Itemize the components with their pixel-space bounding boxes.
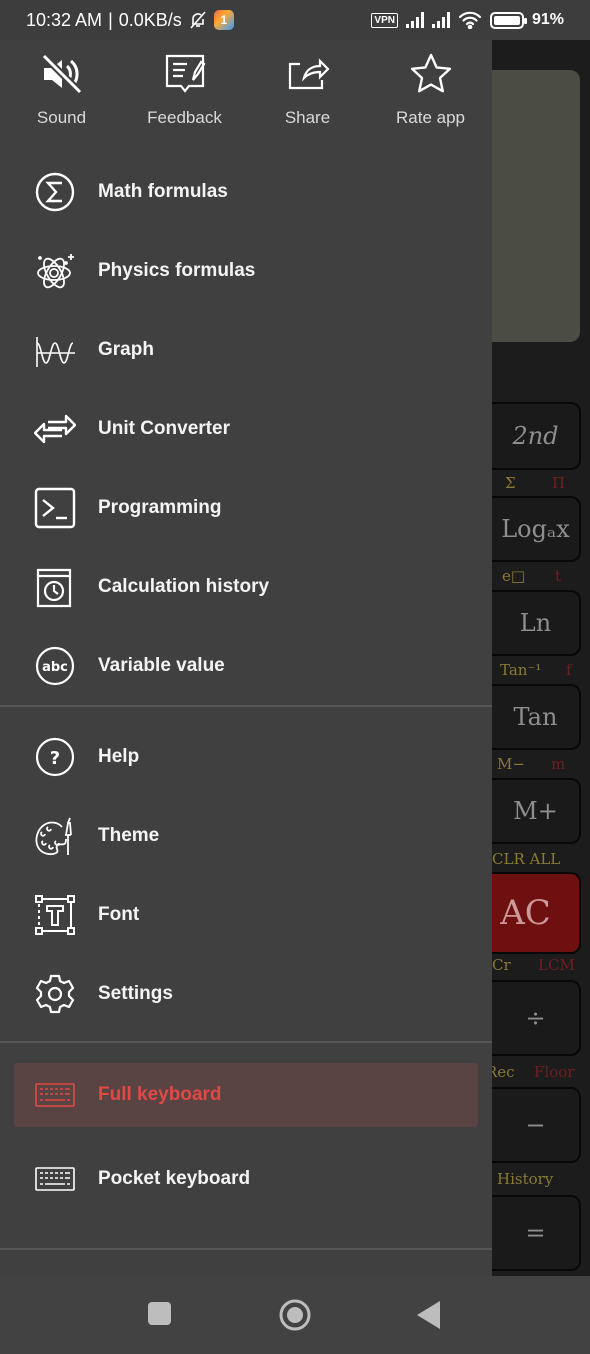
menu-item-label: Physics formulas	[98, 259, 256, 281]
sound-button[interactable]: Sound	[0, 40, 123, 150]
history-icon	[36, 568, 72, 607]
graph-icon	[36, 336, 75, 367]
menu-item-graph[interactable]: Graph	[0, 310, 492, 389]
key-secondary-label: CLR ALL	[492, 850, 561, 868]
menu-item-full-keyboard[interactable]: Full keyboard	[14, 1063, 478, 1127]
key-secondary-label: LCM	[538, 956, 575, 974]
swap-arrows-icon	[34, 414, 76, 443]
rate-app-label: Rate app	[396, 108, 465, 127]
tools-menu: Math formulas Physics formulas Graph Uni…	[0, 152, 492, 705]
share-label: Share	[284, 108, 331, 127]
share-icon	[288, 58, 330, 90]
star-icon	[410, 53, 451, 93]
feedback-button[interactable]: Feedback	[123, 40, 246, 150]
menu-item-label: Help	[98, 745, 140, 767]
menu-item-pocket-keyboard[interactable]: Pocket keyboard	[0, 1139, 492, 1218]
keyboard-menu: Full keyboard Pocket keyboard	[0, 1043, 492, 1218]
recents-button[interactable]	[148, 1300, 172, 1326]
menu-item-programming[interactable]: Programming	[0, 468, 492, 547]
menu-item-settings[interactable]: Settings	[0, 954, 492, 1033]
wifi-icon	[458, 11, 482, 29]
menu-item-physics-formulas[interactable]: Physics formulas	[0, 231, 492, 310]
font-icon	[35, 894, 75, 935]
menu-item-label: Math formulas	[98, 180, 228, 202]
sound-off-icon	[41, 53, 82, 95]
key-secondary-label: t	[555, 567, 562, 585]
menu-item-label: Variable value	[98, 654, 225, 676]
palette-icon	[35, 817, 72, 855]
menu-item-label: Graph	[98, 338, 154, 360]
menu-item-label: Full keyboard	[98, 1084, 222, 1105]
divider	[0, 1248, 492, 1250]
menu-item-label: Programming	[98, 496, 222, 518]
menu-item-variable-value[interactable]: abc Variable value	[0, 626, 492, 705]
abc-icon: abc	[35, 646, 75, 685]
menu-item-label: Pocket keyboard	[98, 1167, 251, 1189]
help-icon: ?	[35, 737, 75, 776]
status-separator: |	[108, 9, 113, 30]
status-bar: 10:32 AM | 0.0KB/s 1 VPN 91%	[0, 0, 590, 40]
quick-actions: Sound Feedback Share Rate app	[0, 40, 492, 150]
terminal-icon	[34, 487, 76, 528]
menu-item-label: Unit Converter	[98, 417, 230, 439]
svg-text:?: ?	[50, 748, 60, 769]
menu-item-calculation-history[interactable]: Calculation history	[0, 547, 492, 626]
key-secondary-label: Floor	[534, 1063, 575, 1081]
sigma-icon	[35, 172, 75, 211]
battery-icon	[489, 11, 527, 29]
feedback-label: Feedback	[147, 108, 222, 127]
key-secondary-label: Cr	[492, 956, 511, 974]
home-button[interactable]	[278, 1298, 312, 1332]
menu-item-help[interactable]: ? Help	[0, 717, 492, 796]
keyboard-icon	[35, 1166, 75, 1191]
key-secondary-label: Σ	[505, 474, 516, 492]
key-secondary-label: Tan⁻¹	[500, 661, 542, 679]
navigation-drawer: Sound Feedback Share Rate app Math formu…	[0, 40, 492, 1276]
menu-item-font[interactable]: Font	[0, 875, 492, 954]
settings-menu: ? Help Theme Font Settings	[0, 707, 492, 1033]
menu-item-math-formulas[interactable]: Math formulas	[0, 152, 492, 231]
key-secondary-label: Π	[552, 474, 566, 492]
menu-item-unit-converter[interactable]: Unit Converter	[0, 389, 492, 468]
sound-label: Sound	[36, 108, 87, 127]
menu-item-label: Theme	[98, 824, 160, 846]
menu-item-label: Calculation history	[98, 575, 270, 597]
bell-off-icon	[190, 11, 206, 29]
gear-icon	[35, 974, 75, 1013]
key-secondary-label: History	[497, 1170, 554, 1188]
battery-percent: 91%	[531, 11, 564, 28]
keyboard-icon	[35, 1083, 75, 1107]
menu-item-theme[interactable]: Theme	[0, 796, 492, 875]
rate-app-button[interactable]: Rate app	[369, 40, 492, 150]
signal-icon	[405, 12, 424, 28]
atom-icon	[37, 253, 74, 288]
status-time: 10:32 AM	[26, 9, 103, 30]
key-secondary-label: M−	[497, 755, 525, 773]
menu-item-label: Settings	[98, 982, 173, 1004]
share-button[interactable]: Share	[246, 40, 369, 150]
back-button[interactable]	[416, 1300, 442, 1330]
vpn-icon: VPN	[371, 12, 398, 28]
app-notification-icon: 1	[213, 10, 234, 30]
network-speed: 0.0KB/s	[118, 9, 182, 30]
key-secondary-label: e□	[502, 567, 526, 585]
signal-icon	[431, 12, 450, 28]
menu-item-label: Font	[98, 903, 140, 925]
key-secondary-label: m	[551, 755, 566, 773]
key-secondary-label: f	[566, 661, 572, 679]
feedback-icon	[165, 54, 205, 93]
navigation-bar	[0, 1276, 590, 1354]
svg-text:abc: abc	[42, 660, 68, 675]
